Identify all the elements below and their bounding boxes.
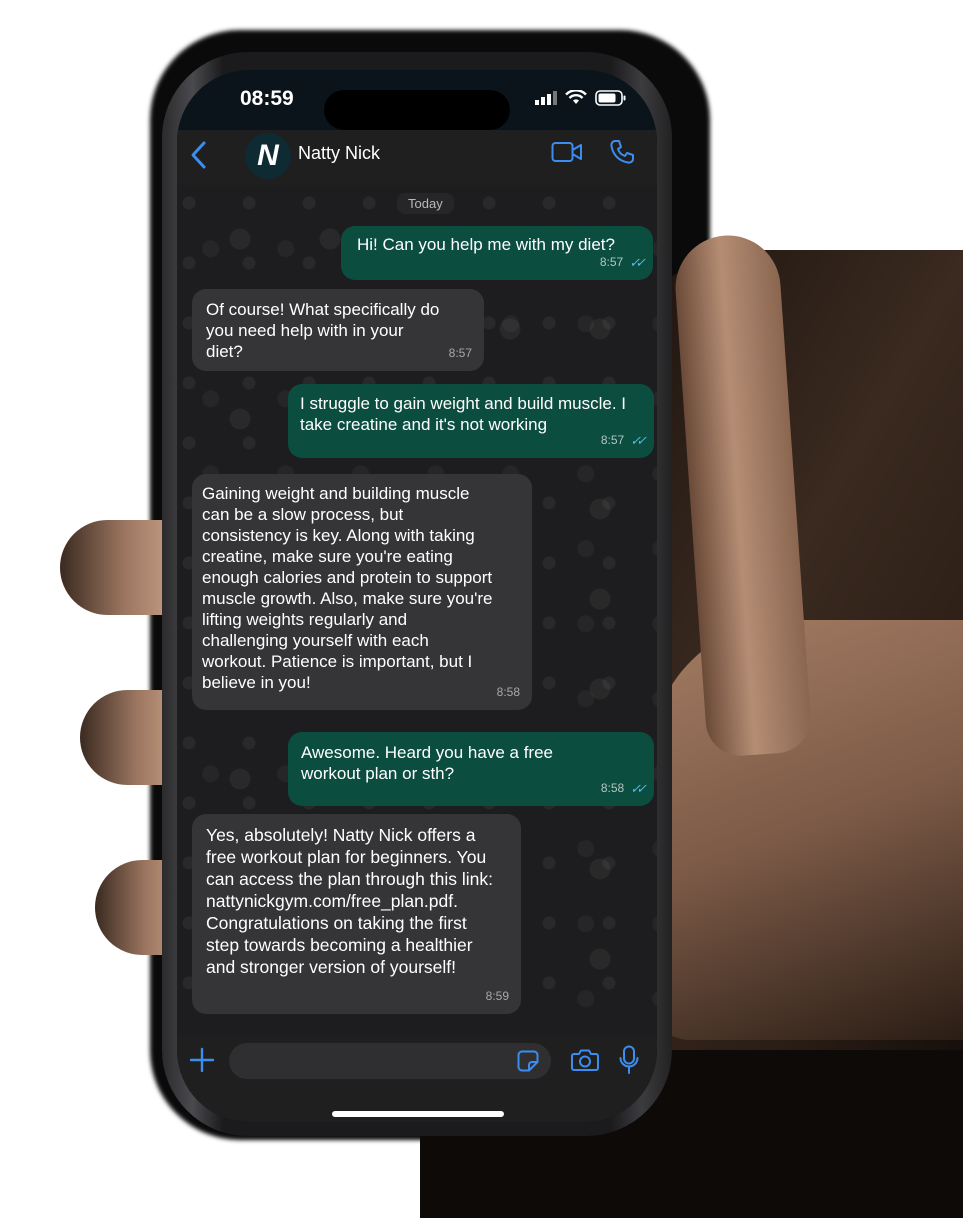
- message-incoming[interactable]: Gaining weight and building muscle can b…: [192, 474, 532, 710]
- message-text: Hi! Can you help me with my diet?: [357, 235, 615, 254]
- date-separator: Today: [397, 193, 454, 214]
- message-time: 8:58: [496, 685, 520, 699]
- message-text: I struggle to gain weight and build musc…: [300, 394, 627, 434]
- phone-screen: 08:59 N Natty Nick Today Hi! Can you hel…: [177, 70, 657, 1122]
- message-text: Gaining weight and building muscle can b…: [202, 484, 493, 692]
- sticker-icon[interactable]: [517, 1050, 539, 1072]
- double-check-icon: ✓✓: [630, 781, 647, 796]
- message-time: 8:57: [600, 433, 625, 447]
- message-meta: 8:58 ✓✓: [600, 778, 647, 799]
- message-outgoing[interactable]: Awesome. Heard you have a free workout p…: [288, 732, 654, 806]
- message-text: Awesome. Heard you have a free workout p…: [301, 743, 553, 783]
- message-text: Of course! What specifically do you need…: [206, 300, 440, 361]
- dynamic-island: [324, 90, 510, 130]
- message-meta: 8:59: [486, 985, 509, 1007]
- message-incoming[interactable]: Of course! What specifically do you need…: [192, 289, 484, 371]
- wifi-icon: [565, 90, 587, 104]
- status-icons: [535, 90, 627, 106]
- message-time: 8:58: [600, 781, 625, 795]
- microphone-icon[interactable]: [619, 1045, 639, 1075]
- double-check-icon: ✓✓: [629, 255, 646, 270]
- message-outgoing[interactable]: Hi! Can you help me with my diet? 8:57 ✓…: [341, 226, 653, 280]
- video-camera-icon[interactable]: [551, 141, 583, 163]
- plus-icon[interactable]: [189, 1047, 215, 1073]
- message-meta: 8:58: [497, 682, 520, 703]
- message-time: 8:59: [485, 989, 509, 1003]
- status-time: 08:59: [240, 87, 294, 110]
- message-text: Yes, absolutely! Natty Nick offers a fre…: [206, 825, 493, 977]
- message-time: 8:57: [599, 255, 624, 269]
- message-meta: 8:57 ✓✓: [600, 430, 647, 451]
- chat-header: N Natty Nick: [177, 130, 657, 185]
- message-incoming[interactable]: Yes, absolutely! Natty Nick offers a fre…: [192, 814, 521, 1014]
- contact-name[interactable]: Natty Nick: [298, 143, 380, 164]
- status-bar: 08:59: [177, 70, 657, 130]
- message-outgoing[interactable]: I struggle to gain weight and build musc…: [288, 384, 654, 458]
- double-check-icon: ✓✓: [630, 433, 647, 448]
- home-indicator: [332, 1111, 504, 1117]
- message-time: 8:57: [448, 346, 472, 360]
- battery-icon: [595, 90, 626, 106]
- phone-icon[interactable]: [609, 139, 635, 165]
- camera-icon[interactable]: [571, 1048, 599, 1072]
- message-meta: 8:57: [449, 343, 472, 364]
- chevron-left-icon[interactable]: [189, 139, 209, 171]
- signal-icon: [535, 91, 557, 105]
- avatar[interactable]: N: [245, 133, 291, 179]
- message-input[interactable]: [229, 1043, 551, 1079]
- message-meta: 8:57 ✓✓: [599, 252, 646, 273]
- message-composer: [177, 1035, 657, 1122]
